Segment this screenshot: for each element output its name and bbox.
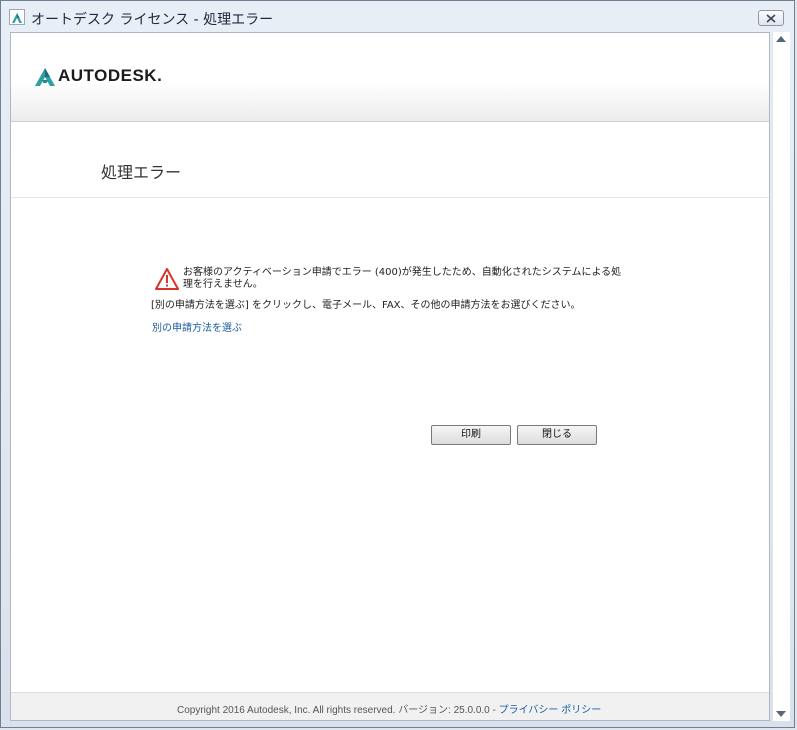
print-button[interactable]: 印刷 [431,425,511,445]
close-x-icon [766,14,776,23]
dialog-window: オートデスク ライセンス - 処理エラー AUTODESK. 処理エラー お客様… [0,0,795,728]
window-title: オートデスク ライセンス - 処理エラー [31,12,274,28]
warning-triangle-icon [155,268,179,290]
close-button[interactable]: 閉じる [517,425,597,445]
privacy-policy-link[interactable]: プライバシー ポリシー [499,705,602,716]
autodesk-app-icon [9,9,25,25]
page-title-bar: 処理エラー [11,121,769,198]
autodesk-logo-icon [35,68,55,86]
scroll-up-arrow-icon[interactable] [776,36,786,42]
scroll-down-arrow-icon[interactable] [776,711,786,717]
copyright-text: Copyright 2016 Autodesk, Inc. All rights… [177,705,499,716]
choose-other-method-link[interactable]: 別の申請方法を選ぶ [152,319,242,334]
footer: Copyright 2016 Autodesk, Inc. All rights… [11,692,769,720]
autodesk-logo-text: AUTODESK. [58,66,163,85]
vertical-scrollbar[interactable] [772,32,790,721]
error-hint: [別の申請方法を選ぶ] をクリックし、電子メール、FAX、その他の申請方法をお選… [151,300,581,311]
window-close-button[interactable] [758,10,784,26]
error-message: お客様のアクティベーション申請でエラー (400)が発生したため、自動化されたシ… [183,267,622,290]
content-area: AUTODESK. 処理エラー お客様のアクティベーション申請でエラー (400… [10,32,770,721]
footer-text: Copyright 2016 Autodesk, Inc. All rights… [177,701,601,716]
page-title: 処理エラー [101,163,182,182]
title-bar[interactable]: オートデスク ライセンス - 処理エラー [1,1,794,31]
brand-header: AUTODESK. [11,33,769,122]
